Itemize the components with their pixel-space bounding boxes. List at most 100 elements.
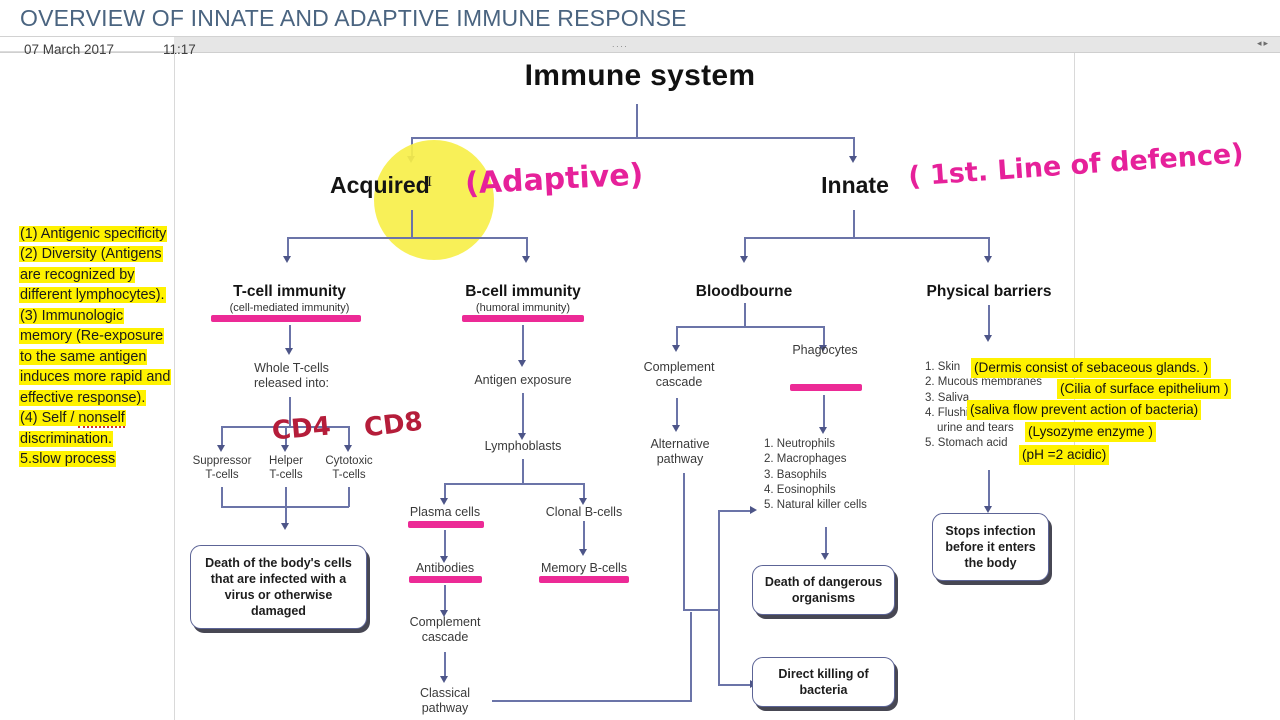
- node-bcell-subtitle: (humoral immunity): [475, 302, 571, 314]
- note-line-1: (1) Antigenic specificity: [19, 226, 168, 242]
- connector-to-direct-kill: [718, 684, 752, 686]
- connector-physical-to-box: [988, 470, 990, 508]
- annot-dermis: (Dermis consist of sebaceous glands. ): [971, 358, 1212, 378]
- node-alternative-pathway: Alternative pathway: [650, 437, 710, 466]
- node-antigen-exposure: Antigen exposure: [474, 373, 572, 387]
- note-line-3e: effective response).: [19, 389, 147, 406]
- node-memory-bcells: Memory B-cells: [540, 561, 628, 575]
- note-line-3a: (3) Immunologic: [19, 307, 125, 324]
- arrowhead-antigen-exposure: [518, 360, 526, 367]
- arrowhead-physical: [984, 256, 992, 263]
- screenshot-root: OVERVIEW OF INNATE AND ADAPTIVE IMMUNE R…: [0, 0, 1280, 720]
- connector-to-nk-list: [718, 510, 752, 512]
- text-cursor-icon: I: [427, 174, 432, 190]
- ruler-dots: ....: [612, 39, 629, 49]
- left-notes-block: (1) Antigenic specificity (2) Diversity …: [19, 224, 205, 469]
- connector-bloodbourne-split: [676, 326, 824, 328]
- connector-helper-down: [285, 487, 287, 525]
- handwriting-adaptive: (Adaptive): [464, 157, 645, 202]
- node-complement-cascade-innate: Complement cascade: [643, 360, 715, 389]
- note-line-5: 5.slow process: [19, 450, 117, 467]
- ruler-scroll-arrows-icon[interactable]: ◂▸: [1257, 38, 1270, 49]
- connector-physical-stem: [988, 305, 990, 337]
- annot-ph: (pH =2 acidic): [1019, 445, 1110, 465]
- connector-plasma-stem: [444, 530, 446, 558]
- arrowhead-tcell: [283, 256, 291, 263]
- note-date: 07 March 2017: [24, 42, 115, 57]
- connector-alt-riser: [718, 510, 720, 610]
- arrowhead-bcell: [522, 256, 530, 263]
- connector-lympho-stem: [522, 459, 524, 484]
- arrowhead-death-box: [281, 523, 289, 530]
- page-title: OVERVIEW OF INNATE AND ADAPTIVE IMMUNE R…: [20, 5, 687, 31]
- handwriting-cd8: CD8: [362, 406, 425, 444]
- node-bloodbourne: Bloodbourne: [695, 283, 793, 300]
- connector-clonal-stem: [583, 521, 585, 551]
- note-line-2c: different lymphocytes).: [19, 287, 166, 304]
- arrowhead-complement-cascade: [672, 345, 680, 352]
- connector-alt-right: [683, 609, 720, 611]
- node-clonal-bcells: Clonal B-cells: [545, 505, 623, 519]
- note-line-4b: nonself: [78, 410, 125, 429]
- connector-root-split: [411, 137, 855, 139]
- arrowhead-classical-pathway: [440, 676, 448, 683]
- arrowhead-clonal-bcells: [579, 498, 587, 505]
- arrowhead-phagocyte-list: [819, 427, 827, 434]
- node-whole-tcells: Whole T-cells released into:: [253, 361, 330, 390]
- node-innate: Innate: [821, 172, 889, 198]
- arrowhead-helper: [281, 445, 289, 452]
- pink-underline-antibodies: [409, 576, 482, 583]
- connector-suppressor-down: [221, 487, 223, 507]
- pink-underline-memory: [539, 576, 629, 583]
- annot-saliva: (saliva flow prevent action of bacteria): [967, 400, 1202, 420]
- node-classical-pathway: Classical pathway: [419, 686, 470, 715]
- annot-cilia: (Cilia of surface epithelium ): [1057, 379, 1232, 399]
- node-complement-cascade-bcell: Complement cascade: [409, 615, 481, 644]
- node-tcell-immunity: T-cell immunity: [233, 283, 346, 300]
- connector-phagocytes-stem: [823, 395, 825, 429]
- node-cytotoxic-tcells: Cytotoxic T-cells: [325, 455, 373, 481]
- connector-complement-stem: [676, 398, 678, 428]
- note-time: 11:17: [163, 42, 196, 57]
- note-line-4a: (4) Self /: [20, 410, 79, 427]
- connector-classical-right: [492, 700, 692, 702]
- box-death-of-body-cells: Death of the body's cells that are infec…: [190, 545, 367, 629]
- note-line-3d: induces more rapid and: [19, 369, 172, 386]
- connector-phagolist-stem: [825, 527, 827, 555]
- arrowhead-innate: [849, 156, 857, 163]
- arrowhead-to-phagocyte-list: [750, 506, 757, 514]
- annot-lysozyme: (Lysozyme enzyme ): [1025, 422, 1156, 442]
- phagocyte-item: 4. Eosinophils: [764, 483, 836, 496]
- arrowhead-plasma-cells: [440, 498, 448, 505]
- arrowhead-suppressor: [217, 445, 225, 452]
- box-direct-killing-of-bacteria: Direct killing of bacteria: [752, 657, 895, 707]
- connector-antigen-stem: [522, 393, 524, 435]
- arrowhead-cytotoxic: [344, 445, 352, 452]
- arrowhead-stops-infection: [984, 506, 992, 513]
- box-death-of-dangerous-organisms: Death of dangerous organisms: [752, 565, 895, 615]
- arrowhead-memory-bcells: [579, 549, 587, 556]
- phagocyte-list: 1. Neutrophils 2. Macrophages 3. Basophi…: [764, 437, 904, 513]
- node-tcell-subtitle: (cell-mediated immunity): [229, 302, 350, 314]
- phagocyte-item: 5. Natural killer cells: [764, 499, 867, 512]
- connector-alt-down: [683, 473, 685, 610]
- pink-underline-plasma: [408, 521, 484, 528]
- phagocyte-item: 1. Neutrophils: [764, 438, 835, 450]
- connector-tcell-stem: [289, 325, 291, 350]
- phagocyte-item: 3. Basophils: [764, 468, 827, 481]
- pink-underline-phagocytes: [790, 384, 862, 391]
- connector-cascade-stem: [444, 652, 446, 679]
- note-line-2b: are recognized by: [19, 266, 136, 283]
- note-line-4c: discrimination.: [19, 430, 113, 447]
- note-line-3c: to the same antigen: [19, 348, 148, 365]
- node-lymphoblasts: Lymphoblasts: [484, 439, 562, 453]
- connector-bloodbourne-stem: [744, 303, 746, 327]
- connector-classical-up: [690, 612, 692, 702]
- note-line-3b: memory (Re-exposure: [19, 328, 165, 345]
- arrowhead-death-dangerous: [821, 553, 829, 560]
- connector-innate-split: [744, 237, 989, 239]
- handwriting-first-line-of-defence: ( 1st. Line of defence): [907, 138, 1245, 193]
- node-immune-system: Immune system: [524, 59, 756, 92]
- note-line-2a: (2) Diversity (Antigens: [19, 246, 163, 263]
- app-header: OVERVIEW OF INNATE AND ADAPTIVE IMMUNE R…: [0, 0, 1280, 36]
